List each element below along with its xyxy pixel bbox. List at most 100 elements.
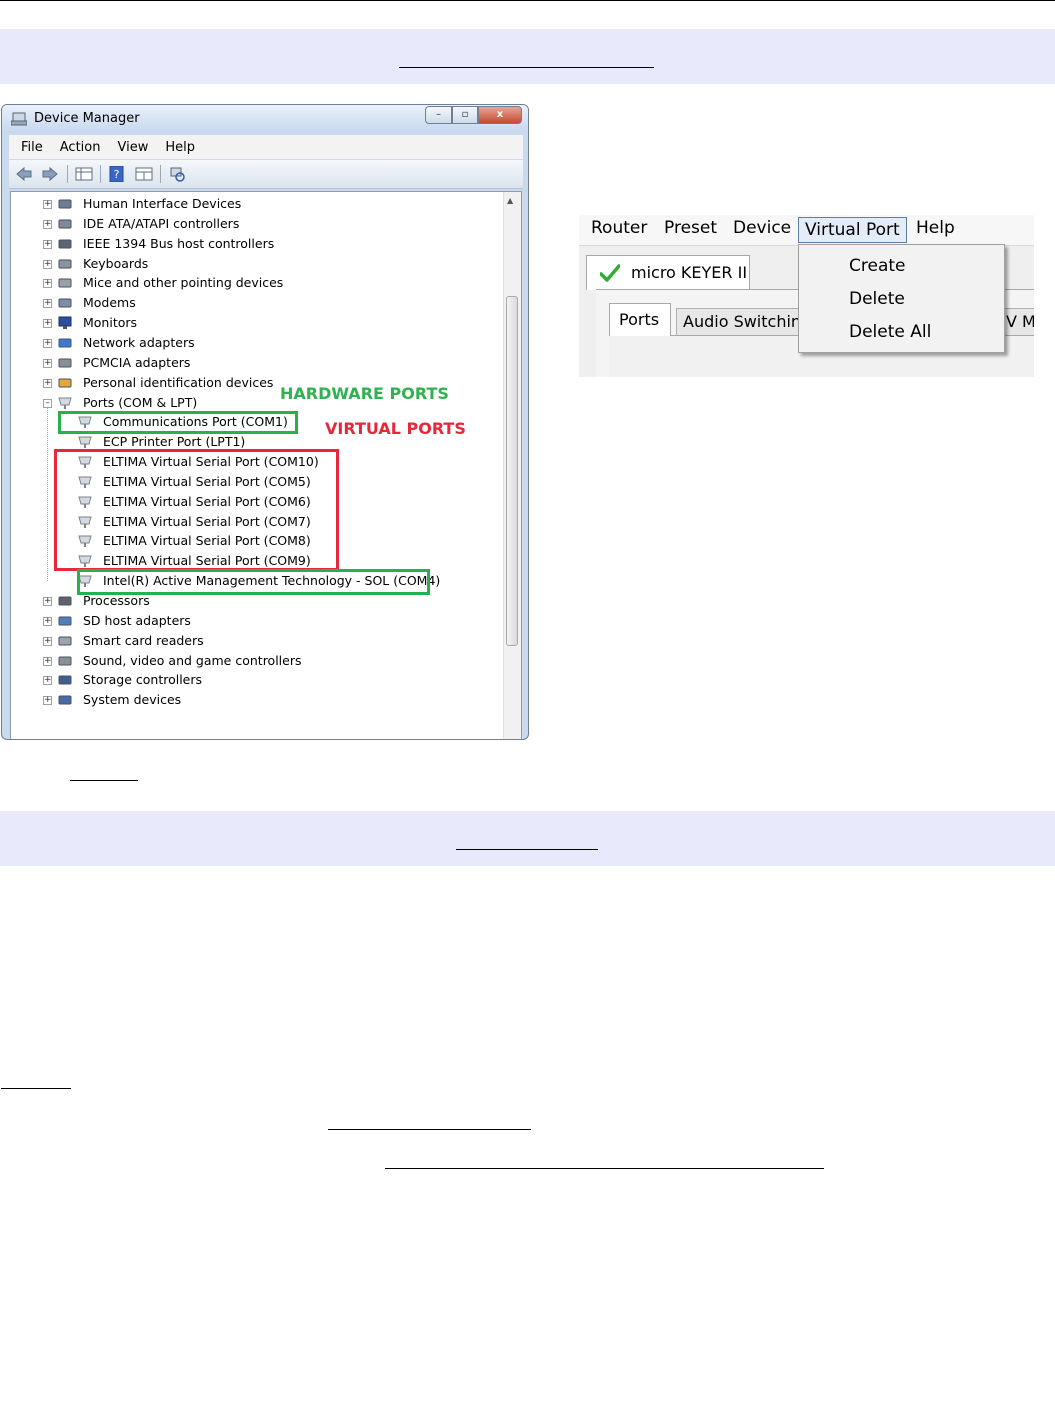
svg-text:?: ? <box>114 168 120 181</box>
menu-device[interactable]: Device <box>733 218 791 238</box>
tree-category-item[interactable]: + Storage controllers <box>11 670 501 690</box>
tree-category-item[interactable]: + SD host adapters <box>11 611 501 631</box>
menu-item-delete-all[interactable]: Delete All <box>849 322 931 342</box>
inline-link-3[interactable] <box>328 1129 531 1130</box>
tree-category-item[interactable]: + System devices <box>11 690 501 710</box>
speaker-icon <box>58 656 72 666</box>
ide-icon <box>58 219 72 229</box>
toolbar: ? <box>9 160 523 189</box>
tree-category-item[interactable]: + PCMCIA adapters <box>11 353 501 373</box>
menu-item-create[interactable]: Create <box>849 256 906 276</box>
subtab-audio-switching[interactable]: Audio Switching <box>676 308 803 335</box>
page-top-rule <box>0 0 1055 1</box>
expand-icon[interactable]: + <box>43 319 52 329</box>
port-icon <box>78 436 92 449</box>
tree-item-label: Ports (COM & LPT) <box>83 394 198 410</box>
menu-preset[interactable]: Preset <box>664 218 717 238</box>
expand-icon[interactable]: + <box>43 656 52 666</box>
vertical-scrollbar[interactable]: ▲ ▼ <box>503 192 521 739</box>
expand-icon[interactable]: + <box>43 378 52 388</box>
virtual-ports-highlight <box>54 449 339 571</box>
port-icon <box>58 397 72 409</box>
tree-item-label: Monitors <box>83 315 138 331</box>
help-icon[interactable]: ? <box>108 166 126 182</box>
expand-icon[interactable]: + <box>43 696 52 706</box>
network-icon <box>58 338 72 348</box>
expand-icon[interactable]: + <box>43 279 52 289</box>
tree-category-item[interactable]: + Smart card readers <box>11 631 501 651</box>
tree-connector <box>47 406 48 582</box>
tree-item-label: System devices <box>83 692 182 708</box>
section-link-2[interactable] <box>456 849 598 850</box>
tree-item-label: Storage controllers <box>83 672 203 688</box>
processor-icon <box>58 596 72 606</box>
menu-help[interactable]: Help <box>165 140 195 155</box>
minimize-button[interactable]: – <box>425 106 452 124</box>
storage-icon <box>58 675 72 685</box>
tree-item-label: Network adapters <box>83 334 195 350</box>
expand-icon[interactable]: + <box>43 338 52 348</box>
tree-category-item[interactable]: + Modems <box>11 293 501 313</box>
tree-item-label: PCMCIA adapters <box>83 354 191 370</box>
tree-category-item[interactable]: + Human Interface Devices <box>11 194 501 214</box>
device-tab-micro-keyer[interactable]: micro KEYER II <box>586 255 750 290</box>
maximize-button[interactable]: ▫ <box>452 106 478 124</box>
inline-link[interactable] <box>70 780 138 781</box>
tree-item-label: Smart card readers <box>83 632 204 648</box>
expand-icon[interactable]: + <box>43 616 52 626</box>
tree-category-item[interactable]: + Mice and other pointing devices <box>11 273 501 293</box>
inline-link-2[interactable] <box>1 1088 71 1089</box>
expand-icon[interactable]: + <box>43 200 52 209</box>
system-icon <box>58 695 72 705</box>
device-manager-icon <box>11 112 27 126</box>
ieee1394-icon <box>58 239 72 249</box>
menu-action[interactable]: Action <box>60 140 101 155</box>
scan-hardware-icon[interactable] <box>168 166 186 182</box>
properties-grid-icon[interactable] <box>75 166 93 182</box>
tree-category-item[interactable]: + Keyboards <box>11 254 501 274</box>
tree-category-item[interactable]: + IDE ATA/ATAPI controllers <box>11 214 501 234</box>
tree-item-label: Human Interface Devices <box>83 196 242 211</box>
monitor-icon <box>58 316 72 330</box>
menu-virtual-port[interactable]: Virtual Port <box>798 217 907 243</box>
mouse-icon <box>58 278 72 288</box>
close-button[interactable]: x <box>478 106 522 124</box>
menu-help[interactable]: Help <box>916 218 955 238</box>
subtab-ports[interactable]: Ports <box>609 303 671 336</box>
tree-category-item[interactable]: + Sound, video and game controllers <box>11 651 501 671</box>
tree-item-label: IEEE 1394 Bus host controllers <box>83 235 275 251</box>
hid-icon <box>58 199 72 209</box>
tree-category-item[interactable]: + Monitors <box>11 313 501 333</box>
device-tab-label: micro KEYER II <box>631 263 748 282</box>
back-arrow-icon[interactable] <box>15 166 33 182</box>
tree-category-item[interactable]: + Network adapters <box>11 333 501 353</box>
forward-arrow-icon[interactable] <box>41 166 59 182</box>
expand-icon[interactable]: + <box>43 358 52 368</box>
tree-category-item[interactable]: + IEEE 1394 Bus host controllers <box>11 234 501 254</box>
section-link[interactable] <box>399 67 654 68</box>
menu-file[interactable]: File <box>21 140 43 155</box>
expand-icon[interactable]: + <box>43 219 52 229</box>
menu-bar: File Action View Help <box>9 135 523 159</box>
list-view-icon[interactable] <box>135 166 153 182</box>
expand-icon[interactable]: + <box>43 299 52 309</box>
tree-item-label: Mice and other pointing devices <box>83 275 284 291</box>
menu-router[interactable]: Router <box>591 218 647 238</box>
menu-item-delete[interactable]: Delete <box>849 289 905 309</box>
scrollbar-thumb[interactable] <box>506 296 518 646</box>
expand-icon[interactable]: + <box>43 676 52 686</box>
checkmark-icon <box>600 264 620 282</box>
expand-icon[interactable]: + <box>43 239 52 249</box>
expand-icon[interactable]: + <box>43 597 52 606</box>
window-title: Device Manager <box>34 111 140 126</box>
inline-link-4[interactable] <box>385 1168 824 1169</box>
section-header-band-2 <box>0 811 1055 866</box>
subtab-partial[interactable]: V Mo <box>1004 308 1034 335</box>
menu-view[interactable]: View <box>117 140 148 155</box>
expand-icon[interactable]: + <box>43 259 52 269</box>
expand-icon[interactable]: + <box>43 636 52 646</box>
tree-item-label: Sound, video and game controllers <box>83 652 302 668</box>
tree-item-label: Personal identification devices <box>83 374 274 390</box>
title-bar: Device Manager – ▫ x <box>2 105 528 133</box>
section-header-band <box>0 29 1055 84</box>
